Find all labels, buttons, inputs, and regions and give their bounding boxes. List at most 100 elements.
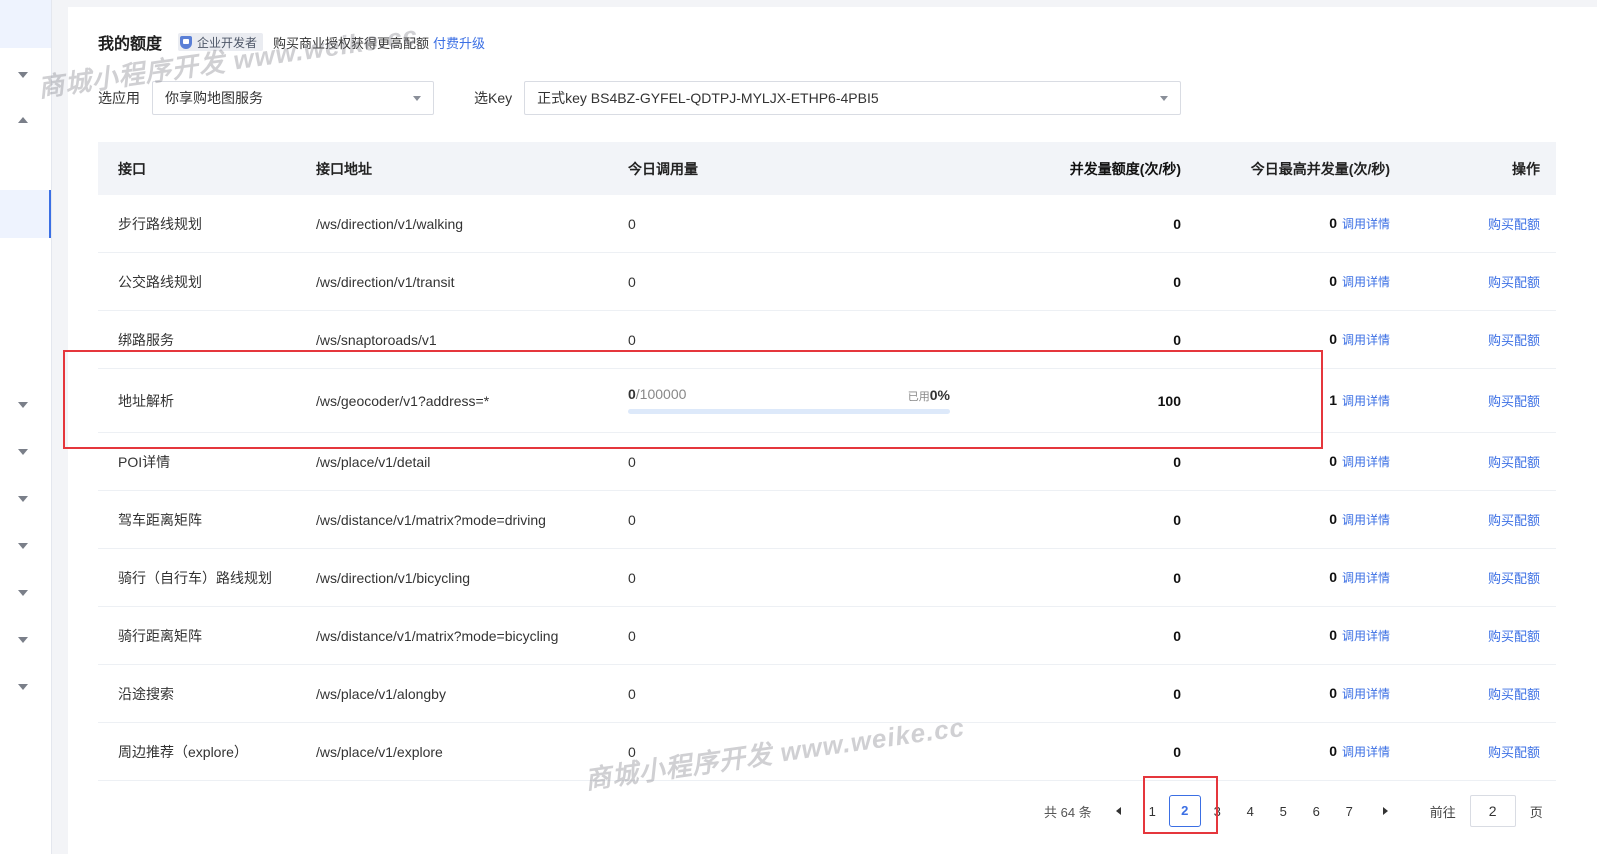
- api-name: 沿途搜索: [118, 685, 174, 702]
- chevron-down-icon[interactable]: [18, 449, 28, 455]
- concurrency-quota: 0: [1173, 569, 1181, 586]
- page-title: 我的额度: [98, 36, 163, 53]
- usage-limit: /100000: [635, 385, 687, 402]
- call-detail-link[interactable]: 调用详情: [1342, 745, 1390, 759]
- concurrency-quota: 0: [1173, 627, 1181, 644]
- today-calls: 0: [628, 331, 636, 348]
- chevron-down-icon[interactable]: [18, 590, 28, 596]
- buy-quota-link[interactable]: 购买配额: [1488, 275, 1540, 290]
- chevron-down-icon[interactable]: [18, 543, 28, 549]
- buy-quota-link[interactable]: 购买配额: [1488, 687, 1540, 702]
- call-detail-link[interactable]: 调用详情: [1342, 571, 1390, 585]
- max-concurrency-cell: 0 调用详情: [1181, 215, 1390, 232]
- concurrency-quota: 0: [1173, 511, 1181, 528]
- concurrency-quota: 0: [1173, 743, 1181, 760]
- buy-quota-link[interactable]: 购买配额: [1488, 455, 1540, 470]
- page-1[interactable]: 1: [1136, 804, 1169, 819]
- actions-cell: 购买配额: [1390, 272, 1556, 291]
- api-name: 绑路服务: [118, 331, 174, 348]
- max-concurrency-cell: 0 调用详情: [1181, 685, 1390, 702]
- max-concurrency: 0: [1329, 569, 1337, 585]
- concurrency-quota: 100: [1157, 392, 1181, 409]
- filter-bar: 选应用 你享购地图服务 选Key 正式key BS4BZ-GYFEL-QDTPJ…: [98, 81, 1182, 115]
- table-row: 绑路服务 /ws/snaptoroads/v1 0 0 0 调用详情 购买配额: [98, 311, 1556, 369]
- next-page-icon[interactable]: [1380, 806, 1390, 816]
- chevron-down-icon[interactable]: [18, 72, 28, 78]
- buy-quota-link[interactable]: 购买配额: [1488, 571, 1540, 586]
- total-count: 共 64 条: [1044, 804, 1092, 820]
- api-url: /ws/place/v1/alongby: [316, 685, 446, 702]
- chevron-down-icon[interactable]: [18, 684, 28, 690]
- caret-down-icon: [413, 96, 421, 101]
- app-select[interactable]: 你享购地图服务: [152, 81, 434, 115]
- page-2-current[interactable]: 2: [1168, 795, 1201, 827]
- page-header: 我的额度 企业开发者 购买商业授权获得更高配额 付费升级: [98, 32, 485, 53]
- column-header-actions: 操作: [1512, 160, 1540, 177]
- call-detail-link[interactable]: 调用详情: [1342, 275, 1390, 289]
- api-name: 步行路线规划: [118, 215, 202, 232]
- buy-quota-link[interactable]: 购买配额: [1488, 745, 1540, 760]
- actions-cell: 购买配额: [1390, 510, 1556, 529]
- page-7[interactable]: 7: [1333, 804, 1366, 819]
- app-select-value: 你享购地图服务: [165, 90, 263, 106]
- call-detail-link[interactable]: 调用详情: [1342, 629, 1390, 643]
- shield-icon: [180, 35, 193, 49]
- max-concurrency-cell: 0 调用详情: [1181, 627, 1390, 644]
- call-detail-link[interactable]: 调用详情: [1342, 333, 1390, 347]
- key-select-label: 选Key: [474, 90, 513, 106]
- call-detail-link[interactable]: 调用详情: [1342, 687, 1390, 701]
- today-calls: 0: [628, 685, 636, 702]
- page-5[interactable]: 5: [1267, 804, 1300, 819]
- page-6[interactable]: 6: [1300, 804, 1333, 819]
- max-concurrency-cell: 0 调用详情: [1181, 331, 1390, 348]
- prev-page-icon[interactable]: [1114, 806, 1124, 816]
- column-header-concurrency-quota: 并发量额度(次/秒): [1069, 160, 1181, 177]
- chevron-down-icon[interactable]: [18, 496, 28, 502]
- today-calls: 0: [628, 743, 636, 760]
- main-panel: 我的额度 企业开发者 购买商业授权获得更高配额 付费升级 选应用 你享购地图服务…: [68, 7, 1597, 854]
- sidebar-item-top[interactable]: [0, 0, 51, 48]
- page-3[interactable]: 3: [1201, 804, 1234, 819]
- today-calls-usage: 0/100000 已用0%: [628, 384, 988, 418]
- max-concurrency: 0: [1329, 627, 1337, 643]
- chevron-down-icon[interactable]: [18, 637, 28, 643]
- usage-percent-label: 已用: [907, 390, 930, 403]
- pagination: 共 64 条 1 2 3 4 5 6 7 前往 页: [1044, 795, 1543, 827]
- today-calls: 0: [628, 215, 636, 232]
- goto-page-input[interactable]: [1469, 795, 1516, 827]
- max-concurrency: 1: [1329, 392, 1337, 408]
- column-header-today-calls: 今日调用量: [628, 160, 698, 177]
- call-detail-link[interactable]: 调用详情: [1342, 394, 1390, 408]
- max-concurrency: 0: [1329, 453, 1337, 469]
- sidebar-item-active[interactable]: [0, 190, 51, 238]
- buy-quota-link[interactable]: 购买配额: [1488, 333, 1540, 348]
- buy-quota-link[interactable]: 购买配额: [1488, 394, 1540, 409]
- app-root: 我的额度 企业开发者 购买商业授权获得更高配额 付费升级 选应用 你享购地图服务…: [0, 0, 1597, 854]
- buy-quota-link[interactable]: 购买配额: [1488, 513, 1540, 528]
- api-url: /ws/direction/v1/bicycling: [316, 569, 471, 586]
- call-detail-link[interactable]: 调用详情: [1342, 217, 1390, 231]
- buy-quota-link[interactable]: 购买配额: [1488, 217, 1540, 232]
- usage-progress-bar: [628, 408, 950, 414]
- chevron-down-icon[interactable]: [18, 402, 28, 408]
- table-row: 公交路线规划 /ws/direction/v1/transit 0 0 0 调用详…: [98, 253, 1556, 311]
- concurrency-quota: 0: [1173, 453, 1181, 470]
- buy-quota-link[interactable]: 购买配额: [1488, 629, 1540, 644]
- upgrade-link[interactable]: 付费升级: [433, 33, 485, 52]
- promo-text: 购买商业授权获得更高配额: [273, 35, 430, 51]
- chevron-up-icon[interactable]: [18, 117, 28, 123]
- actions-cell: 购买配额: [1390, 568, 1556, 587]
- call-detail-link[interactable]: 调用详情: [1342, 455, 1390, 469]
- sidebar: [0, 0, 52, 854]
- max-concurrency: 0: [1329, 215, 1337, 231]
- page-4[interactable]: 4: [1234, 804, 1267, 819]
- concurrency-quota: 0: [1173, 685, 1181, 702]
- usage-count: 0/100000: [628, 386, 686, 402]
- key-select[interactable]: 正式key BS4BZ-GYFEL-QDTPJ-MYLJX-ETHP6-4PBI…: [524, 81, 1182, 115]
- actions-cell: 购买配额: [1390, 626, 1556, 645]
- table-row: 周边推荐（explore） /ws/place/v1/explore 0 0 0…: [98, 723, 1556, 781]
- today-calls: 0: [628, 273, 636, 290]
- call-detail-link[interactable]: 调用详情: [1342, 513, 1390, 527]
- api-name: 周边推荐（explore）: [118, 743, 248, 760]
- table-row: 沿途搜索 /ws/place/v1/alongby 0 0 0 调用详情 购买配额: [98, 665, 1556, 723]
